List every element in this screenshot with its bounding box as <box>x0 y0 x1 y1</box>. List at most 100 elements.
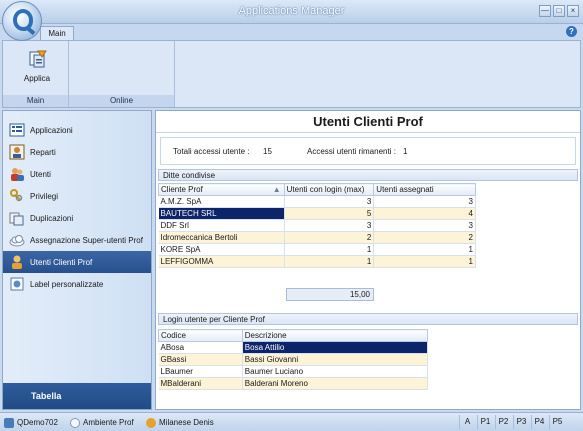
table-row[interactable]: LEFFIGOMMA 1 1 <box>158 255 476 268</box>
status-key-p2[interactable]: P2 <box>495 415 511 429</box>
window-title: Applications Manager <box>238 5 345 17</box>
sidebar-item-label-personalizzate[interactable]: Label personalizzate <box>3 273 151 295</box>
sort-asc-icon: ▲ <box>272 185 281 194</box>
sidebar-item-label: Utenti Clienti Prof <box>30 257 93 267</box>
status-key-p3[interactable]: P3 <box>513 415 529 429</box>
sidebar: Applicazioni Reparti Utenti Privilegi Du… <box>2 110 152 410</box>
sidebar-item-assegnazione[interactable]: Assegnazione Super-utenti Prof <box>3 229 151 251</box>
ribbon-tabs: Main ? <box>0 24 583 40</box>
column-header-assigned[interactable]: Utenti assegnati <box>373 183 476 196</box>
status-key-p5[interactable]: P5 <box>549 415 565 429</box>
cell-client[interactable]: LEFFIGOMMA <box>158 255 285 268</box>
remaining-access-value: 1 <box>403 147 408 156</box>
title-bar: Applications Manager — □ × <box>0 0 583 24</box>
cell-max[interactable]: 3 <box>284 219 375 232</box>
sum-field: 15,00 <box>286 288 374 301</box>
cell-code[interactable]: LBaumer <box>158 365 243 378</box>
cell-desc[interactable]: Balderani Moreno <box>242 377 429 390</box>
table-row[interactable]: BAUTECH SRL 5 4 <box>158 207 476 220</box>
shared-section-header: Ditte condivise <box>158 169 578 181</box>
sidebar-item-reparti[interactable]: Reparti <box>3 141 151 163</box>
table-row[interactable]: LBaumer Baumer Luciano <box>158 365 429 378</box>
sidebar-item-applicazioni[interactable]: Applicazioni <box>3 119 151 141</box>
keys-icon <box>9 188 25 204</box>
cell-desc[interactable]: Bassi Giovanni <box>242 353 429 366</box>
departments-icon <box>9 144 25 160</box>
cell-assigned[interactable]: 1 <box>373 243 476 256</box>
cell-code[interactable]: ABosa <box>158 341 243 354</box>
cell-desc[interactable]: Baumer Luciano <box>242 365 429 378</box>
table-row[interactable]: A.M.Z. SpA 3 3 <box>158 195 476 208</box>
status-key-p1[interactable]: P1 <box>477 415 493 429</box>
cell-max[interactable]: 1 <box>284 243 375 256</box>
table-row[interactable]: Idromeccanica Bertoli 2 2 <box>158 231 476 244</box>
cloud-icon <box>70 417 80 428</box>
client-user-icon <box>9 254 25 270</box>
status-key-p4[interactable]: P4 <box>531 415 547 429</box>
sidebar-item-utenti[interactable]: Utenti <box>3 163 151 185</box>
cell-max[interactable]: 1 <box>284 255 375 268</box>
database-icon <box>4 417 14 428</box>
sidebar-item-duplicazioni[interactable]: Duplicazioni <box>3 207 151 229</box>
cell-assigned[interactable]: 3 <box>373 195 476 208</box>
status-key-a[interactable]: A <box>459 415 475 429</box>
status-bar: QDemo702 Ambiente Prof Milanese Denis A … <box>0 412 583 431</box>
cloud-icon <box>9 232 25 248</box>
table-header-row: Codice Descrizione <box>158 329 429 342</box>
applica-button[interactable]: Applica <box>9 45 65 93</box>
restore-button[interactable]: □ <box>553 5 565 17</box>
column-header-cliente[interactable]: Cliente Prof ▲ <box>158 183 285 196</box>
sidebar-item-privilegi[interactable]: Privilegi <box>3 185 151 207</box>
shared-clients-table: Cliente Prof ▲ Utenti con login (max) Ut… <box>158 183 476 268</box>
table-header-row: Cliente Prof ▲ Utenti con login (max) Ut… <box>158 183 476 196</box>
table-row[interactable]: KORE SpA 1 1 <box>158 243 476 256</box>
sidebar-item-label: Label personalizzate <box>30 279 104 289</box>
applica-label: Applica <box>23 74 51 83</box>
sidebar-item-label: Applicazioni <box>30 125 73 135</box>
column-header-max[interactable]: Utenti con login (max) <box>283 183 375 196</box>
table-row[interactable]: ABosa Bosa Attilio <box>158 341 429 354</box>
window-controls: — □ × <box>539 5 579 17</box>
column-header-codice[interactable]: Codice <box>158 329 243 342</box>
main-content: Utenti Clienti Prof Totali accessi utent… <box>155 110 581 410</box>
totals-panel: Totali accessi utente : 15 Accessi utent… <box>160 137 576 165</box>
cell-client[interactable]: A.M.Z. SpA <box>158 195 285 208</box>
cell-client[interactable]: KORE SpA <box>158 243 285 256</box>
cell-client[interactable]: BAUTECH SRL <box>158 207 285 220</box>
table-row[interactable]: DDF Srl 3 3 <box>158 219 476 232</box>
status-database: QDemo702 <box>4 416 58 429</box>
sidebar-bottom-tab[interactable]: Tabella <box>3 383 151 409</box>
table-row[interactable]: MBalderani Balderani Moreno <box>158 377 429 390</box>
cell-assigned[interactable]: 2 <box>373 231 476 244</box>
cell-code[interactable]: GBassi <box>158 353 243 366</box>
sidebar-item-label: Duplicazioni <box>30 213 74 223</box>
cell-max[interactable]: 3 <box>284 195 375 208</box>
cell-assigned[interactable]: 4 <box>373 207 476 220</box>
column-header-descrizione[interactable]: Descrizione <box>241 329 429 342</box>
close-button[interactable]: × <box>567 5 579 17</box>
tab-main[interactable]: Main <box>40 26 74 40</box>
remaining-access-label: Accessi utenti rimanenti : <box>307 147 396 156</box>
cell-client[interactable]: DDF Srl <box>158 219 285 232</box>
ribbon-group-online: Online <box>69 41 175 107</box>
total-access-value: 15 <box>263 147 272 156</box>
user-icon <box>146 417 156 428</box>
minimize-button[interactable]: — <box>539 5 551 17</box>
table-row[interactable]: GBassi Bassi Giovanni <box>158 353 429 366</box>
sidebar-item-label: Reparti <box>30 147 56 157</box>
cell-assigned[interactable]: 1 <box>373 255 476 268</box>
cell-max[interactable]: 5 <box>284 207 375 220</box>
sidebar-item-label: Privilegi <box>30 191 59 201</box>
sidebar-item-utenti-clienti-prof[interactable]: Utenti Clienti Prof <box>3 251 151 273</box>
cell-client[interactable]: Idromeccanica Bertoli <box>158 231 285 244</box>
help-icon[interactable]: ? <box>566 26 577 37</box>
logins-section-header: Login utente per Cliente Prof <box>158 313 578 325</box>
cell-assigned[interactable]: 3 <box>373 219 476 232</box>
status-user: Milanese Denis <box>146 416 214 429</box>
app-logo-icon[interactable] <box>2 1 42 41</box>
label-icon <box>9 276 25 292</box>
cell-desc[interactable]: Bosa Attilio <box>242 341 429 354</box>
cell-code[interactable]: MBalderani <box>158 377 243 390</box>
sidebar-item-label: Utenti <box>30 169 51 179</box>
cell-max[interactable]: 2 <box>284 231 375 244</box>
